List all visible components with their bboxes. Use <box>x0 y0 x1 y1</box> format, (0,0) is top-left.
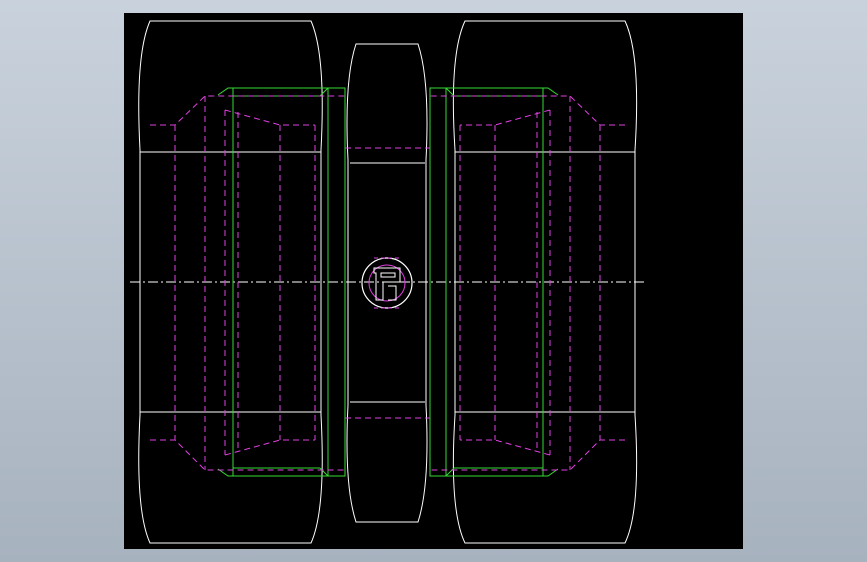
drawing-sheet[interactable] <box>124 13 743 549</box>
cad-drawing-canvas[interactable] <box>0 0 867 562</box>
